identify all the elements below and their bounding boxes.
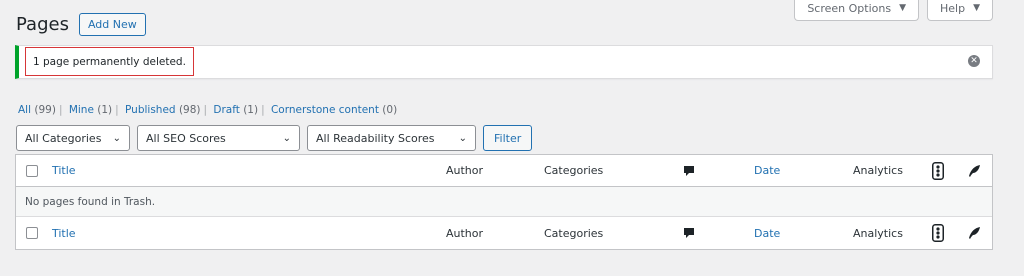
category-select-value: All Categories: [25, 131, 102, 145]
page-heading: Pages Add New: [16, 13, 146, 36]
view-cornerstone-count: (0): [382, 104, 398, 116]
select-all-checkbox-cell: [26, 217, 38, 249]
view-published-link[interactable]: Published: [125, 104, 176, 116]
help-button[interactable]: Help ▼: [927, 0, 993, 21]
seo-score-select[interactable]: All SEO Scores ⌄: [137, 125, 300, 151]
view-mine-count: (1): [97, 104, 113, 116]
column-categories: Categories: [544, 164, 604, 177]
separator: |: [261, 104, 265, 116]
column-analytics: Analytics: [853, 164, 903, 177]
column-analytics: Analytics: [853, 226, 903, 240]
column-date[interactable]: Date: [754, 217, 780, 249]
column-author: Author: [446, 164, 484, 177]
column-comments[interactable]: [683, 217, 695, 249]
category-select[interactable]: All Categories ⌄: [16, 125, 130, 151]
feather-icon: [969, 164, 980, 177]
column-readability: [932, 217, 944, 249]
notice-message: 1 page permanently deleted.: [25, 47, 194, 76]
caret-down-icon: ▼: [899, 3, 906, 13]
chevron-down-icon: ⌄: [282, 132, 291, 144]
select-all-checkbox[interactable]: [26, 227, 38, 239]
filter-button[interactable]: Filter: [483, 125, 533, 151]
pages-table: Title Author Categories Date Analytics N…: [15, 154, 993, 250]
view-all-link[interactable]: All: [18, 104, 31, 116]
comment-icon: [684, 165, 694, 176]
caret-down-icon: ▼: [973, 3, 980, 13]
table-filters: All Categories ⌄ All SEO Scores ⌄ All Re…: [16, 125, 533, 151]
readability-score-select[interactable]: All Readability Scores ⌄: [307, 125, 476, 151]
view-mine-link[interactable]: Mine: [69, 104, 94, 116]
traffic-light-icon: [932, 161, 944, 180]
column-readability: [932, 155, 944, 186]
traffic-light-icon: [932, 224, 944, 242]
select-all-checkbox-cell: [26, 155, 38, 186]
column-comments[interactable]: [683, 155, 695, 186]
dismiss-notice-icon[interactable]: ✕: [968, 55, 980, 67]
separator: |: [58, 104, 63, 116]
select-all-checkbox[interactable]: [26, 164, 38, 177]
screen-options-button[interactable]: Screen Options ▼: [794, 0, 919, 21]
view-cornerstone-link[interactable]: Cornerstone content: [271, 104, 379, 116]
empty-message: No pages found in Trash.: [25, 195, 156, 208]
seo-score-select-value: All SEO Scores: [146, 131, 226, 145]
feather-icon: [969, 227, 980, 239]
view-all-count: (99): [34, 104, 56, 116]
view-filters: All (99) | Mine (1) | Published (98) | Draf…: [18, 104, 397, 116]
chevron-down-icon: ⌄: [112, 132, 121, 144]
column-categories: Categories: [544, 226, 604, 240]
column-seo: [967, 217, 981, 249]
table-footer-row: Title Author Categories Date Analytics: [16, 217, 992, 249]
screen-meta-links: Screen Options ▼ Help ▼: [794, 0, 993, 21]
view-draft-count: (1): [243, 104, 259, 116]
separator: |: [115, 104, 119, 116]
add-new-button[interactable]: Add New: [78, 13, 146, 36]
column-author: Author: [446, 226, 484, 240]
view-published-count: (98): [178, 104, 201, 116]
empty-row: No pages found in Trash.: [16, 187, 992, 217]
readability-score-select-value: All Readability Scores: [316, 131, 435, 145]
page-title: Pages: [16, 14, 69, 35]
view-draft-link[interactable]: Draft: [213, 104, 239, 116]
column-date[interactable]: Date: [754, 155, 780, 186]
chevron-down-icon: ⌄: [458, 132, 467, 144]
column-seo: [967, 155, 981, 186]
column-title[interactable]: Title: [52, 155, 76, 186]
success-notice: 1 page permanently deleted. ✕: [15, 45, 993, 79]
separator: |: [203, 104, 208, 116]
table-header-row: Title Author Categories Date Analytics: [16, 155, 992, 187]
help-label: Help: [940, 1, 966, 15]
comment-icon: [684, 228, 694, 238]
column-title[interactable]: Title: [52, 217, 76, 249]
screen-options-label: Screen Options: [807, 1, 892, 15]
